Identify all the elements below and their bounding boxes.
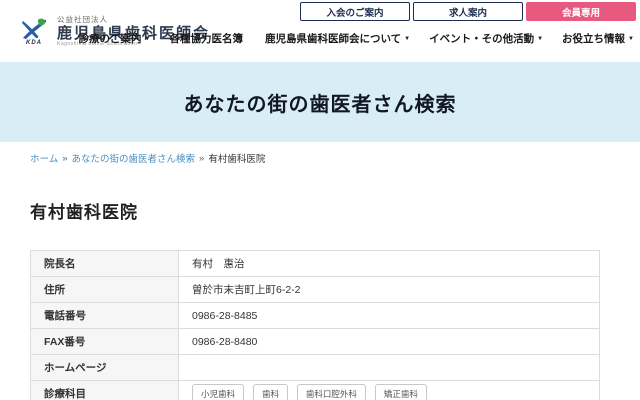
breadcrumb-search-link[interactable]: あなたの街の歯医者さん検索 xyxy=(72,151,196,165)
row-label: ホームページ xyxy=(31,355,179,381)
chevron-down-icon: ▼ xyxy=(145,36,151,42)
nav-label: お役立ち情報 xyxy=(562,31,625,46)
org-type-label: 公益社団法人 xyxy=(57,16,210,25)
department-tag-oral-surgery[interactable]: 歯科口腔外科 xyxy=(297,384,366,400)
row-value: 有村 惠治 xyxy=(179,251,600,277)
nav-label: 鹿児島県歯科医師会について xyxy=(265,31,401,46)
main-content: ホーム » あなたの街の歯医者さん検索 » 有村歯科医院 有村歯科医院 院長名 … xyxy=(0,151,640,400)
table-row-director: 院長名 有村 惠治 xyxy=(31,251,600,277)
join-guide-button[interactable]: 入会のご案内 xyxy=(300,2,410,21)
row-value xyxy=(179,355,600,381)
row-value: 曽於市末吉町上町6-2-2 xyxy=(179,277,600,303)
members-only-button[interactable]: 会員専用 xyxy=(526,2,636,21)
nav-label: イベント・その他活動 xyxy=(429,31,534,46)
table-row-departments: 診療科目 小児歯科 歯科 歯科口腔外科 矯正歯科 xyxy=(31,381,600,400)
table-row-fax: FAX番号 0986-28-8480 xyxy=(31,329,600,355)
breadcrumb-separator: » xyxy=(62,153,67,164)
breadcrumb-separator: » xyxy=(199,153,204,164)
join-guide-label: 入会のご案内 xyxy=(326,5,383,19)
kda-logo-abbr: KDA xyxy=(26,40,42,46)
row-value-departments: 小児歯科 歯科 歯科口腔外科 矯正歯科 xyxy=(179,381,600,400)
chevron-down-icon: ▼ xyxy=(537,36,543,42)
kda-logo-icon: KDA xyxy=(18,17,50,46)
row-label: 院長名 xyxy=(31,251,179,277)
department-tag-dental[interactable]: 歯科 xyxy=(253,384,288,400)
row-label: FAX番号 xyxy=(31,329,179,355)
nav-label: 診療のご案内 xyxy=(79,31,142,46)
row-value: 0986-28-8485 xyxy=(179,303,600,329)
members-only-label: 会員専用 xyxy=(562,5,600,19)
department-tag-orthodontic[interactable]: 矯正歯科 xyxy=(375,384,427,400)
breadcrumb: ホーム » あなたの街の歯医者さん検索 » 有村歯科医院 xyxy=(30,151,610,165)
row-label: 住所 xyxy=(31,277,179,303)
row-label: 診療科目 xyxy=(31,381,179,400)
header-action-buttons: 入会のご案内 求人案内 会員専用 xyxy=(300,2,636,21)
breadcrumb-current-page: 有村歯科医院 xyxy=(208,151,265,165)
nav-item-about-association[interactable]: 鹿児島県歯科医師会について ▼ xyxy=(265,31,410,46)
department-tag-pediatric[interactable]: 小児歯科 xyxy=(192,384,244,400)
nav-item-clinic-guide[interactable]: 診療のご案内 ▼ xyxy=(79,31,151,46)
table-row-phone: 電話番号 0986-28-8485 xyxy=(31,303,600,329)
nav-item-cooperating-doctors[interactable]: 各種協力医名簿 xyxy=(169,31,246,46)
job-info-button[interactable]: 求人案内 xyxy=(413,2,523,21)
chevron-down-icon: ▼ xyxy=(404,36,410,42)
chevron-down-icon: ▼ xyxy=(628,36,634,42)
hero-banner: あなたの街の歯医者さん検索 xyxy=(0,62,640,142)
row-label: 電話番号 xyxy=(31,303,179,329)
clinic-detail-table: 院長名 有村 惠治 住所 曽於市末吉町上町6-2-2 電話番号 0986-28-… xyxy=(30,250,600,400)
nav-label: 各種協力医名簿 xyxy=(169,31,243,46)
table-row-homepage: ホームページ xyxy=(31,355,600,381)
site-header: KDA 公益社団法人 鹿児島県歯科医師会 Kagoshima dental as… xyxy=(0,0,640,62)
hero-title: あなたの街の歯医者さん検索 xyxy=(184,88,457,117)
nav-item-useful-info[interactable]: お役立ち情報 ▼ xyxy=(562,31,634,46)
page-title: 有村歯科医院 xyxy=(30,198,610,223)
kda-logo-mark-icon xyxy=(19,17,49,41)
breadcrumb-home-link[interactable]: ホーム xyxy=(30,151,58,165)
table-row-address: 住所 曽於市末吉町上町6-2-2 xyxy=(31,277,600,303)
job-info-label: 求人案内 xyxy=(449,5,487,19)
nav-item-events[interactable]: イベント・その他活動 ▼ xyxy=(429,31,543,46)
row-value: 0986-28-8480 xyxy=(179,329,600,355)
main-nav: 診療のご案内 ▼ 各種協力医名簿 鹿児島県歯科医師会について ▼ イベント・その… xyxy=(79,31,635,46)
